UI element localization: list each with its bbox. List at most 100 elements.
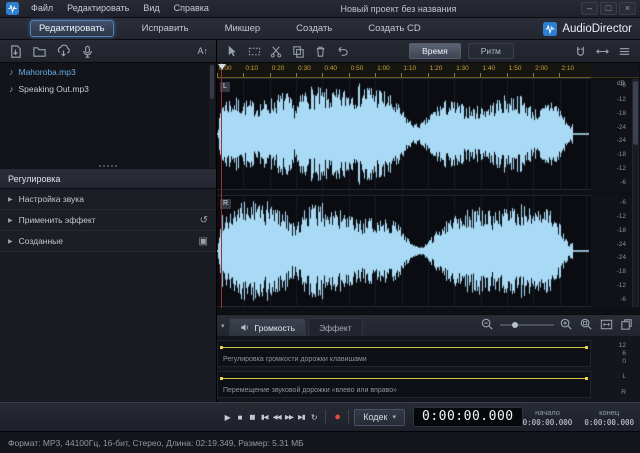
- loop-button[interactable]: ↻: [308, 408, 320, 427]
- file-list-scrollbar[interactable]: [209, 64, 215, 168]
- cloud-download-icon[interactable]: [56, 44, 71, 59]
- volume-keyframe-line[interactable]: [220, 346, 588, 349]
- statusbar: Формат: MP3, 44100Гц, 16-бит, Стерео, Дл…: [0, 431, 640, 453]
- ribbon-tabbar: Редактировать Исправить Микшер Создать С…: [0, 18, 640, 40]
- ruler-tick: 1:00: [375, 63, 401, 77]
- fit-width-icon[interactable]: [595, 44, 610, 59]
- tab-mixer[interactable]: Микшер: [217, 21, 269, 36]
- ruler-tick: 2:00: [533, 63, 559, 77]
- pan-lane-scale: LR: [591, 371, 639, 398]
- zoom-in-icon[interactable]: [559, 317, 574, 332]
- zoom-fit-icon[interactable]: [599, 317, 614, 332]
- zoom-slider[interactable]: [500, 321, 554, 328]
- range-select-icon[interactable]: [247, 44, 262, 59]
- pan-automation-lane[interactable]: Перемещение звуковой дорожки «влево или …: [217, 371, 591, 398]
- timeline-ruler[interactable]: 0:00 0:10 0:20 0:30 0:40 0:50 1:00 1:10 1:20 1:30…: [217, 63, 591, 78]
- waveform-right-channel[interactable]: R: [217, 195, 591, 307]
- tab-create-cd[interactable]: Создать CD: [360, 21, 428, 36]
- db-scale-value: -24: [616, 123, 626, 131]
- ruler-tick: 2:10: [559, 63, 585, 77]
- volume-automation-lane[interactable]: Регулировка громкости дорожки клавишами: [217, 340, 591, 367]
- copy-icon[interactable]: [291, 44, 306, 59]
- snap-magnet-icon[interactable]: [573, 44, 588, 59]
- file-name: Speaking Out.mp3: [18, 83, 89, 94]
- ruler-tick: 0:30: [296, 63, 322, 77]
- tab-effect[interactable]: Эффект: [308, 318, 363, 336]
- maximize-button[interactable]: □: [600, 2, 617, 15]
- close-button[interactable]: ×: [619, 2, 636, 15]
- panel-resize-handle[interactable]: [99, 165, 117, 167]
- ruler-corner: [591, 63, 639, 78]
- scrollbar-thumb[interactable]: [210, 65, 214, 99]
- zoom-selection-icon[interactable]: [579, 317, 594, 332]
- expander-icon[interactable]: ▶: [8, 217, 13, 224]
- ruler-tick: 0:10: [243, 63, 269, 77]
- record-audio-icon[interactable]: [80, 44, 95, 59]
- record-button[interactable]: ●: [331, 408, 343, 427]
- undo-icon[interactable]: [335, 44, 350, 59]
- waveform-left-channel[interactable]: L: [217, 78, 591, 190]
- window-title: Новый проект без названия: [340, 3, 457, 14]
- settings-menu-icon[interactable]: [617, 44, 632, 59]
- ruler-tick: 1:10: [401, 63, 427, 77]
- reset-icon[interactable]: ↺: [200, 215, 208, 226]
- minimize-button[interactable]: –: [581, 2, 598, 15]
- list-item-speaking-out[interactable]: ♪ Speaking Out.mp3: [0, 80, 216, 97]
- menu-edit[interactable]: Редактировать: [60, 0, 136, 17]
- add-preset-icon[interactable]: ▣: [199, 236, 208, 247]
- codec-label: Кодек: [363, 412, 388, 422]
- range-start-value: 0:00:00.000: [522, 417, 573, 427]
- delete-icon[interactable]: [313, 44, 328, 59]
- range-end-value: 0:00:00.000: [584, 417, 634, 427]
- brand: AudioDirector: [543, 21, 632, 36]
- list-item-mahoroba[interactable]: ♪ Mahoroba.mp3: [0, 63, 216, 80]
- menu-help[interactable]: Справка: [167, 0, 216, 17]
- play-button[interactable]: ▶: [221, 408, 233, 427]
- db-scale-value: -12: [616, 212, 626, 220]
- stop-button[interactable]: ■: [233, 408, 245, 427]
- lane-scale-value: L: [622, 373, 626, 380]
- section-created[interactable]: ▶ Созданные ▣: [0, 231, 216, 252]
- detach-panel-icon[interactable]: [619, 317, 634, 332]
- scrollbar-thumb[interactable]: [633, 81, 638, 145]
- section-apply-effect[interactable]: ▶ Применить эффект ↺: [0, 210, 216, 231]
- pan-keyframe-line[interactable]: [220, 377, 588, 380]
- codec-button[interactable]: Кодек ▾: [354, 408, 405, 426]
- db-scale-value: -18: [616, 109, 626, 117]
- audiodirector-window: Файл Редактировать Вид Справка Новый про…: [0, 0, 640, 453]
- expander-icon[interactable]: ▶: [8, 238, 13, 245]
- expander-icon[interactable]: ▶: [8, 196, 13, 203]
- zoom-slider-knob[interactable]: [512, 321, 518, 328]
- tab-create[interactable]: Создать: [288, 21, 340, 36]
- import-folder-icon[interactable]: [32, 44, 47, 59]
- cursor-select-icon[interactable]: [225, 44, 240, 59]
- ruler-tick: 1:40: [480, 63, 506, 77]
- next-button[interactable]: ▶▮: [295, 408, 307, 427]
- menu-view[interactable]: Вид: [136, 0, 166, 17]
- tab-volume[interactable]: Громкость: [228, 318, 307, 336]
- tab-fix[interactable]: Исправить: [134, 21, 197, 36]
- vertical-scrollbar[interactable]: [632, 79, 639, 307]
- previous-button[interactable]: ▮◀: [258, 408, 270, 427]
- playhead[interactable]: [221, 63, 222, 308]
- lane-scale-value: 12: [618, 342, 626, 349]
- import-file-icon[interactable]: [8, 44, 23, 59]
- playhead-marker[interactable]: [218, 64, 226, 70]
- library-panel: A↑ ♪ Mahoroba.mp3 ♪ Speaking Out.mp3 Рег…: [0, 40, 217, 402]
- lane-label: Регулировка громкости дорожки клавишами: [223, 356, 367, 363]
- menu-file[interactable]: Файл: [24, 0, 60, 17]
- section-audio-settings[interactable]: ▶ Настройка звука: [0, 189, 216, 210]
- db-scale-value: -18: [616, 151, 626, 159]
- titlebar: Файл Редактировать Вид Справка Новый про…: [0, 0, 640, 18]
- tab-edit[interactable]: Редактировать: [30, 20, 114, 37]
- sort-button[interactable]: A↑: [197, 46, 208, 56]
- rewind-button[interactable]: ◀◀: [270, 408, 282, 427]
- rhythm-mode-button[interactable]: Ритм: [467, 43, 514, 59]
- zoom-out-icon[interactable]: [480, 317, 495, 332]
- main-content: A↑ ♪ Mahoroba.mp3 ♪ Speaking Out.mp3 Рег…: [0, 40, 640, 402]
- collapse-lanes-icon[interactable]: ▾: [221, 322, 225, 330]
- fast-forward-button[interactable]: ▶▶: [283, 408, 295, 427]
- time-mode-button[interactable]: Время: [409, 43, 461, 59]
- split-scissors-icon[interactable]: [269, 44, 284, 59]
- pause-button[interactable]: ▮▮: [246, 408, 258, 427]
